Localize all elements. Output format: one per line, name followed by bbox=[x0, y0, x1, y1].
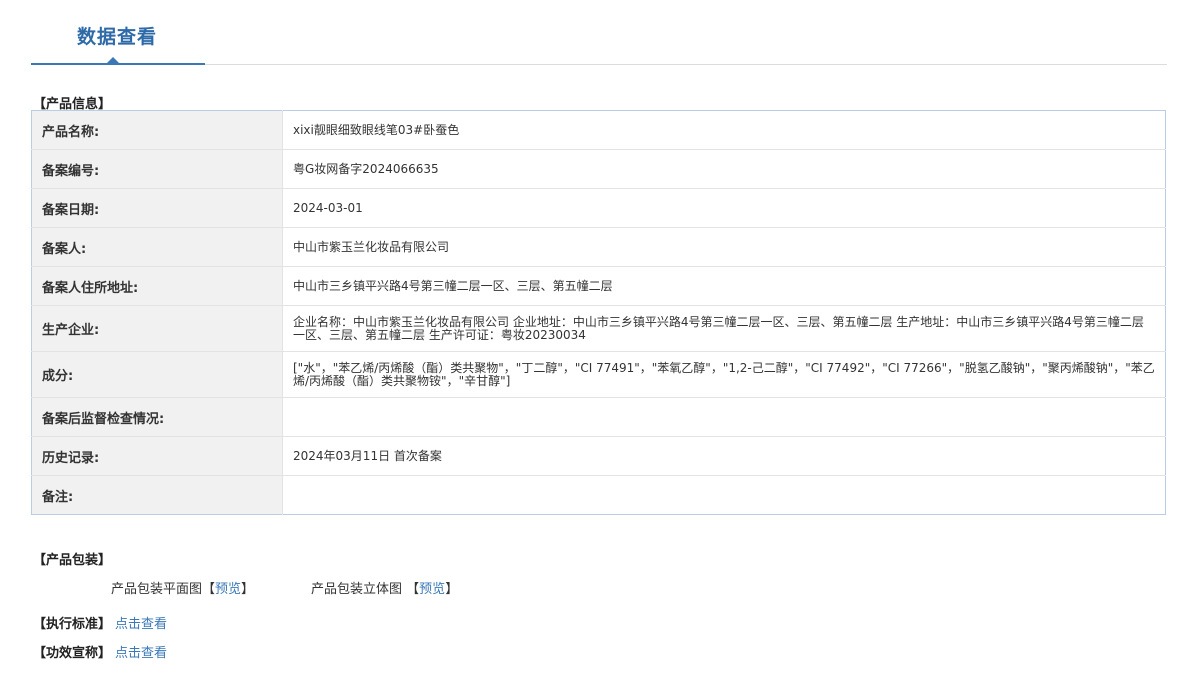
table-row: 生产企业: 企业名称：中山市紫玉兰化妆品有限公司 企业地址：中山市三乡镇平兴路4… bbox=[31, 305, 1166, 352]
flat-preview-link[interactable]: 预览 bbox=[215, 582, 241, 597]
row-label: 历史记录: bbox=[31, 436, 283, 476]
remarks-value bbox=[283, 476, 1166, 515]
bracket-close: 】 bbox=[445, 582, 459, 597]
history-value: 2024年03月11日 首次备案 bbox=[282, 436, 1166, 476]
row-label: 备案后监督检查情况: bbox=[31, 397, 283, 437]
manufacturer-value: 企业名称：中山市紫玉兰化妆品有限公司 企业地址：中山市三乡镇平兴路4号第三幢二层… bbox=[282, 305, 1166, 352]
efficacy-view-link[interactable]: 点击查看 bbox=[115, 646, 167, 661]
row-label: 备案人: bbox=[31, 227, 283, 267]
packaging-stereo-label: 产品包装立体图 bbox=[311, 582, 403, 597]
table-row: 历史记录: 2024年03月11日 首次备案 bbox=[31, 436, 1166, 476]
packaging-heading: 【产品包装】 bbox=[33, 553, 112, 568]
table-row: 备案编号: 粤G妆网备字2024066635 bbox=[31, 149, 1166, 189]
row-label: 备案编号: bbox=[31, 149, 283, 189]
registrant-address-value: 中山市三乡镇平兴路4号第三幢二层一区、三层、第五幢二层 bbox=[282, 266, 1166, 306]
standard-label: 【执行标准】 bbox=[33, 617, 112, 632]
product-info-table: 产品名称: xixi靓眼细致眼线笔03#卧蚕色 备案编号: 粤G妆网备字2024… bbox=[31, 110, 1166, 515]
bracket-open: 【 bbox=[406, 582, 420, 597]
row-label: 成分: bbox=[31, 351, 283, 398]
active-tab-underline bbox=[31, 63, 205, 65]
packaging-flat-label: 产品包装平面图 bbox=[111, 582, 203, 597]
efficacy-row: 【功效宣称】 点击查看 bbox=[33, 642, 167, 661]
registration-date-value: 2024-03-01 bbox=[282, 188, 1166, 228]
packaging-stereo-item: 产品包装立体图 【预览】 bbox=[311, 578, 458, 597]
standard-view-link[interactable]: 点击查看 bbox=[115, 617, 167, 632]
table-row: 备案人住所地址: 中山市三乡镇平兴路4号第三幢二层一区、三层、第五幢二层 bbox=[31, 266, 1166, 306]
row-label: 产品名称: bbox=[31, 110, 283, 150]
tab-bar: 数据查看 bbox=[31, 0, 1167, 66]
tab-data-view[interactable]: 数据查看 bbox=[77, 22, 157, 49]
packaging-flat-item: 产品包装平面图【预览】 bbox=[111, 578, 254, 597]
table-row: 备案人: 中山市紫玉兰化妆品有限公司 bbox=[31, 227, 1166, 267]
row-label: 备案人住所地址: bbox=[31, 266, 283, 306]
standard-row: 【执行标准】 点击查看 bbox=[33, 613, 167, 632]
bracket-close: 】 bbox=[241, 582, 255, 597]
registration-number-value: 粤G妆网备字2024066635 bbox=[282, 149, 1166, 189]
ingredients-value: ["水"，"苯乙烯/丙烯酸（酯）类共聚物"，"丁二醇"，"CI 77491"，"… bbox=[282, 351, 1166, 398]
tab-divider bbox=[205, 64, 1167, 65]
table-row: 备注: bbox=[31, 475, 1166, 515]
stereo-preview-link[interactable]: 预览 bbox=[419, 582, 445, 597]
row-label: 备注: bbox=[31, 475, 283, 515]
row-label: 备案日期: bbox=[31, 188, 283, 228]
row-label: 生产企业: bbox=[31, 305, 283, 352]
registrant-value: 中山市紫玉兰化妆品有限公司 bbox=[282, 227, 1166, 267]
table-row: 备案日期: 2024-03-01 bbox=[31, 188, 1166, 228]
product-name-value: xixi靓眼细致眼线笔03#卧蚕色 bbox=[282, 110, 1166, 150]
inspection-value bbox=[282, 397, 1166, 437]
table-row: 成分: ["水"，"苯乙烯/丙烯酸（酯）类共聚物"，"丁二醇"，"CI 7749… bbox=[31, 351, 1166, 398]
table-row: 产品名称: xixi靓眼细致眼线笔03#卧蚕色 bbox=[31, 110, 1166, 150]
bracket-open: 【 bbox=[202, 582, 216, 597]
table-row: 备案后监督检查情况: bbox=[31, 397, 1166, 437]
efficacy-label: 【功效宣称】 bbox=[33, 646, 112, 661]
